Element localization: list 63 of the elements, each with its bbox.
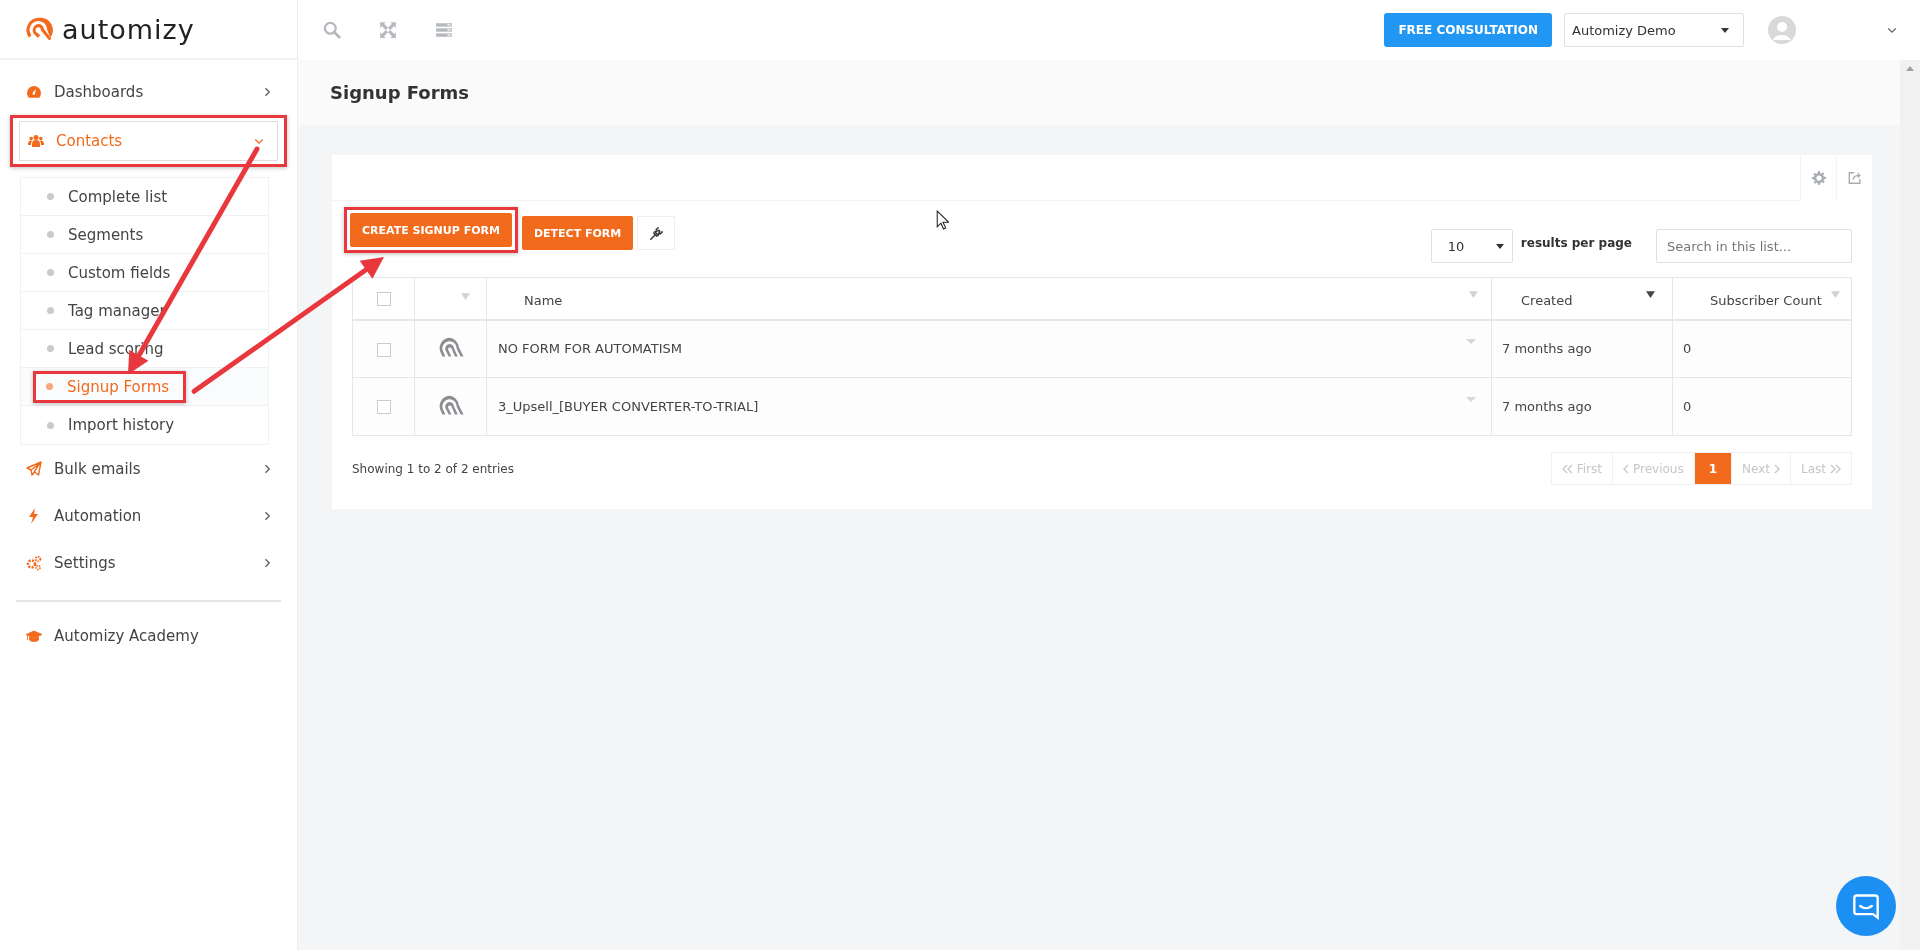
- submenu-item[interactable]: Segments: [21, 216, 268, 254]
- caret-icon: [1495, 243, 1504, 249]
- paper-plane-icon: [26, 460, 42, 477]
- bullet-icon: [47, 231, 54, 238]
- bullet-icon: [47, 421, 54, 429]
- chat-icon: [1852, 892, 1880, 920]
- plug-icon: [649, 226, 663, 240]
- sidebar-item[interactable]: Automation: [12, 492, 285, 539]
- account-select[interactable]: Automizy Demo: [1564, 13, 1744, 47]
- scroll-up-icon[interactable]: [1906, 66, 1914, 71]
- submenu-item[interactable]: Complete list: [21, 178, 268, 216]
- checkbox[interactable]: [376, 292, 391, 306]
- export-button[interactable]: [1836, 155, 1872, 201]
- mouse-cursor-icon: [936, 210, 949, 230]
- double-chevron-right-icon: [1830, 463, 1841, 474]
- settings-icon: [1811, 171, 1826, 185]
- table-cell: 0: [1683, 399, 1692, 414]
- checkbox[interactable]: [376, 400, 391, 415]
- table-cell: 7 months ago: [1502, 341, 1592, 357]
- bullet-icon: [47, 193, 54, 200]
- sidebar-item[interactable]: Settings: [12, 539, 285, 586]
- entries-info: Showing 1 to 2 of 2 entries: [352, 462, 514, 476]
- avatar-icon: [1768, 16, 1796, 44]
- bullet-icon: [47, 269, 54, 276]
- search-icon: [323, 21, 341, 39]
- logo-icon: [24, 15, 54, 43]
- users-icon: [28, 133, 44, 149]
- settings-button[interactable]: [1800, 155, 1836, 201]
- server-stack-icon: [435, 21, 453, 39]
- caret-icon: [1721, 27, 1729, 33]
- table-cell: 0: [1683, 341, 1692, 357]
- sidebar-item[interactable]: Automizy Academy: [12, 612, 285, 659]
- bullet-icon: [47, 345, 54, 352]
- results-per-page-label: results per page: [1520, 236, 1632, 250]
- bullet-icon: [47, 307, 54, 314]
- table-cell: 7 months ago: [1502, 399, 1592, 414]
- submenu-item[interactable]: Import history: [21, 406, 268, 444]
- plugin-button[interactable]: [637, 216, 676, 250]
- chat-launcher-button[interactable]: [1836, 876, 1896, 936]
- sidebar-item[interactable]: Dashboards: [12, 68, 285, 115]
- bullet-icon: [46, 383, 53, 390]
- highlight-frame: Signup Forms: [33, 370, 187, 403]
- caret-icon: [1466, 339, 1476, 345]
- search-field[interactable]: Search in this list...: [1656, 229, 1852, 263]
- caret-icon: [1466, 397, 1476, 402]
- table-cell: NO FORM FOR AUTOMATISM: [498, 341, 682, 357]
- column-header[interactable]: Name: [524, 288, 563, 308]
- checkbox[interactable]: [376, 342, 391, 357]
- page-size-select[interactable]: 10: [1430, 229, 1513, 263]
- dashboard-gauge-icon: [26, 83, 42, 100]
- sidebar-item[interactable]: Bulk emails: [12, 445, 285, 492]
- page-title: Signup Forms: [330, 82, 470, 103]
- submenu-item[interactable]: Custom fields: [21, 254, 268, 292]
- scrollbar[interactable]: [1900, 60, 1920, 950]
- double-chevron-left-icon: [1561, 463, 1573, 474]
- export-icon: [1847, 171, 1862, 185]
- chevron-right-icon: [1774, 463, 1780, 474]
- graduation-cap-icon: [26, 627, 42, 644]
- table-cell: 3_Upsell_[BUYER CONVERTER-TO-TRIAL]: [498, 399, 759, 414]
- expand-arrows-icon: [379, 21, 397, 39]
- chevron-left-icon: [1622, 463, 1629, 474]
- logo-wordmark: automizy: [62, 15, 195, 43]
- column-header[interactable]: Created: [1521, 288, 1573, 308]
